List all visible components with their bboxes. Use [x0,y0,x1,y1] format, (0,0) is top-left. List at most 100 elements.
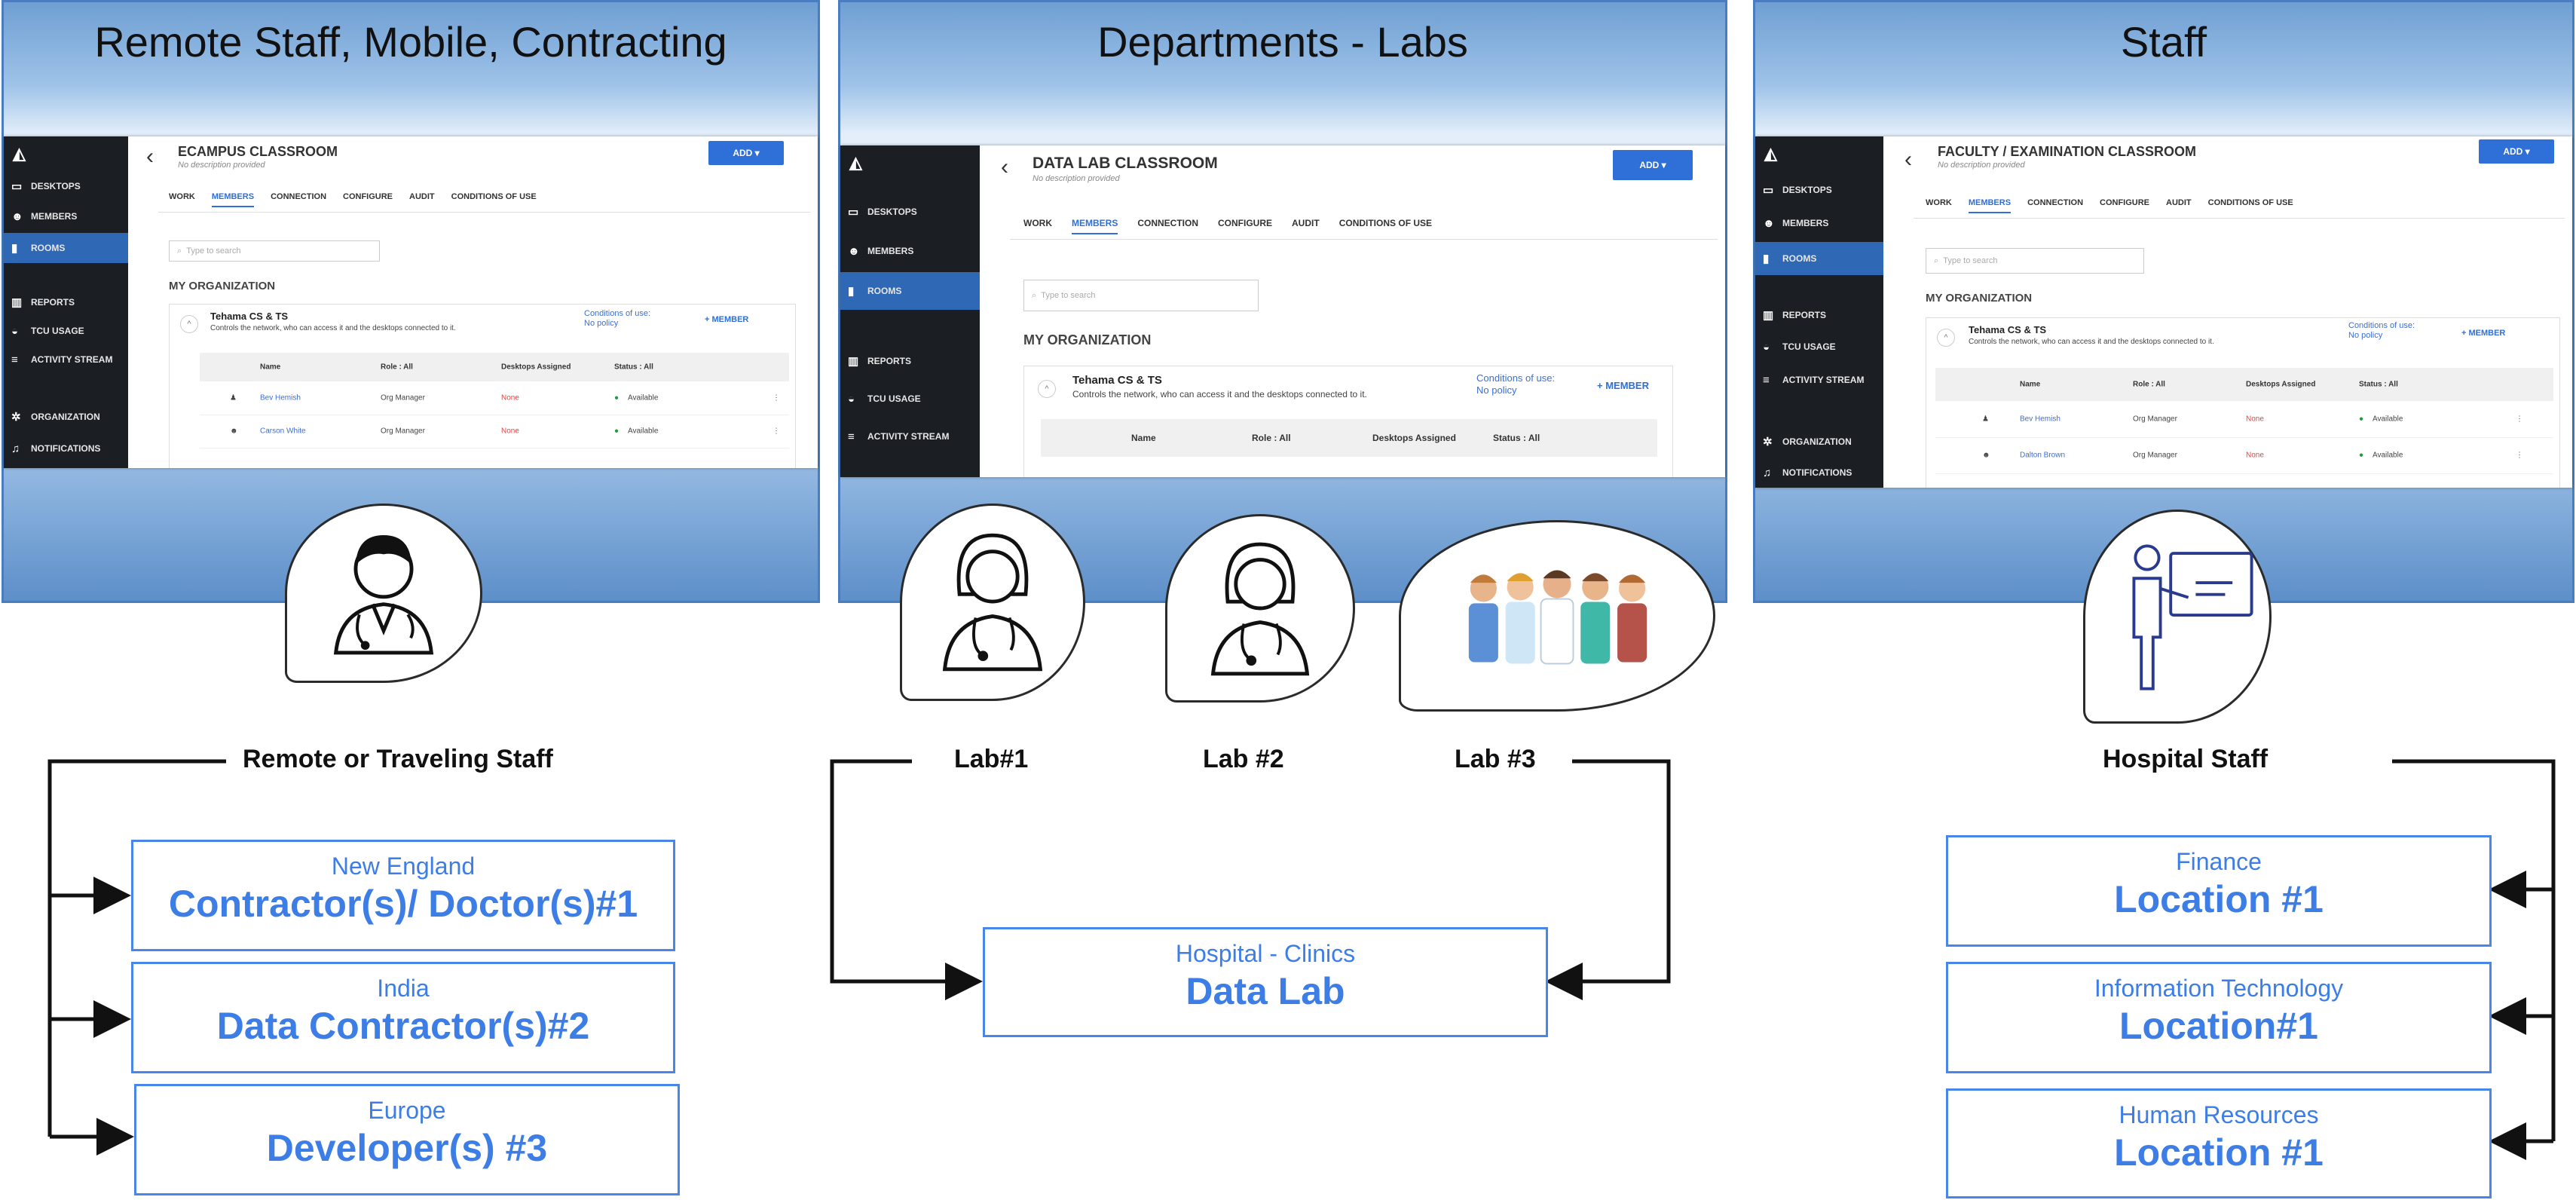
search-input[interactable]: ⌕ Type to search [1023,280,1259,311]
tab-work[interactable]: WORK [1023,218,1052,234]
tab-connection[interactable]: CONNECTION [2027,198,2083,213]
search-input[interactable]: ⌕ Type to search [169,240,380,262]
people-icon: ☻ [11,210,23,223]
tab-configure[interactable]: CONFIGURE [1218,218,1272,234]
panel-title: Departments - Labs [1097,18,1468,66]
sidebar-item-notifications[interactable]: ♫ NOTIFICATIONS [4,433,128,464]
label-lab3: Lab #3 [1455,745,1536,773]
sidebar-item-notifications[interactable]: ♫ NOTIFICATIONS [1755,458,1883,488]
group-description: Controls the network, who can access it … [1969,338,2214,346]
org-heading: MY ORGANIZATION [169,280,276,292]
tab-members[interactable]: MEMBERS [211,192,255,207]
add-button[interactable]: ADD ▾ [708,141,784,165]
tab-work[interactable]: WORK [169,192,195,207]
hospital-staff-bubble [2083,510,2272,724]
sidebar: ◭ ▭ DESKTOPS ☻ MEMBERS ▮ ROOMS ▥ REPORTS ◒ TC… [840,145,980,477]
sidebar-item-tcu-usage[interactable]: ◒ TCU USAGE [1755,331,1883,363]
table-row[interactable]: ♟ Bev Hemish Org Manager None ● Availabl… [200,381,789,415]
sidebar-item-reports[interactable]: ▥ REPORTS [4,287,128,317]
search-input[interactable]: ⌕ Type to search [1926,248,2144,274]
chevron-up-icon[interactable]: ^ [180,315,198,333]
sidebar-item-activity-stream[interactable]: ≡ ACTIVITY STREAM [4,344,128,375]
back-icon[interactable]: ‹ [1001,155,1008,180]
more-icon[interactable]: ⋮ [772,427,780,436]
sidebar-item-members[interactable]: ☻ MEMBERS [840,233,980,269]
sidebar-item-tcu-usage[interactable]: ◒ TCU USAGE [4,316,128,346]
add-button[interactable]: ADD ▾ [2479,139,2554,164]
monitor-icon: ▭ [848,206,859,219]
tab-configure[interactable]: CONFIGURE [343,192,393,207]
check-icon: ● [614,427,620,436]
avatar: ♟ [1982,415,1989,424]
chevron-up-icon[interactable]: ^ [1038,380,1056,398]
sidebar-item-members[interactable]: ☻ MEMBERS [1755,207,1883,239]
more-icon[interactable]: ⋮ [2516,452,2523,460]
room-icon: ▮ [848,285,855,298]
tab-members[interactable]: MEMBERS [1968,198,2012,213]
tab-members[interactable]: MEMBERS [1072,218,1118,234]
sidebar-item-organization[interactable]: ✲ ORGANIZATION [1755,426,1883,458]
tab-connection[interactable]: CONNECTION [1137,218,1198,234]
classroom-subtitle: No description provided [1938,161,2025,170]
tab-configure[interactable]: CONFIGURE [2100,198,2149,213]
chart-icon: ▥ [11,296,23,309]
add-button[interactable]: ADD ▾ [1613,150,1693,180]
list-icon: ≡ [1763,373,1770,387]
tab-connection[interactable]: CONNECTION [271,192,326,207]
more-icon[interactable]: ⋮ [2516,415,2523,424]
tab-conditions[interactable]: CONDITIONS OF USE [1339,218,1432,234]
table-row[interactable]: ☻ Dalton Brown Org Manager None ● Availa… [1935,437,2553,474]
add-member-button[interactable]: + MEMBER [1597,380,1649,391]
tab-audit[interactable]: AUDIT [2166,198,2192,213]
table-row[interactable]: ♟ Bev Hemish Org Manager None ● Availabl… [1935,401,2553,438]
box-data-contractor: India Data Contractor(s)#2 [131,962,675,1073]
conditions-link[interactable]: Conditions of use: No policy [2348,321,2424,341]
conditions-link[interactable]: Conditions of use: No policy [1476,372,1559,396]
conditions-link[interactable]: Conditions of use: No policy [584,309,659,329]
label-remote-staff: Remote or Traveling Staff [243,745,553,773]
tab-audit[interactable]: AUDIT [409,192,435,207]
sidebar-item-reports[interactable]: ▥ REPORTS [840,343,980,379]
chevron-up-icon[interactable]: ^ [1937,329,1955,347]
back-icon[interactable]: ‹ [1904,147,1912,173]
classroom-subtitle: No description provided [1033,174,1120,183]
main-content: ‹ FACULTY / EXAMINATION CLASSROOM No des… [1883,136,2572,488]
bell-icon: ♫ [11,442,20,455]
tab-conditions[interactable]: CONDITIONS OF USE [2208,198,2293,213]
table-row[interactable]: ☻ Carson White Org Manager None ● Availa… [200,415,789,448]
doctor-bubble [285,504,482,683]
group-name: Tehama CS & TS [1072,374,1162,387]
chart-icon: ▥ [848,355,859,368]
presenter-icon [2132,544,2253,690]
table-header: Name Role : All Desktops Assigned Status… [1935,368,2553,401]
sidebar-item-desktops[interactable]: ▭ DESKTOPS [1755,174,1883,206]
sidebar-item-rooms[interactable]: ▮ ROOMS [840,272,980,310]
sidebar-item-activity-stream[interactable]: ≡ ACTIVITY STREAM [840,418,980,455]
sidebar-item-reports[interactable]: ▥ REPORTS [1755,299,1883,331]
sidebar-item-activity-stream[interactable]: ≡ ACTIVITY STREAM [1755,364,1883,396]
back-icon[interactable]: ‹ [146,144,154,170]
tab-audit[interactable]: AUDIT [1292,218,1320,234]
sidebar-item-rooms[interactable]: ▮ ROOMS [1755,242,1883,275]
nurse-icon [942,533,1043,672]
more-icon[interactable]: ⋮ [772,394,780,403]
medical-team-icon [1468,570,1647,665]
add-member-button[interactable]: + MEMBER [2461,329,2505,338]
sidebar-item-desktops[interactable]: ▭ DESKTOPS [4,171,128,201]
box-data-lab: Hospital - Clinics Data Lab [983,927,1548,1037]
tab-bar: WORK MEMBERS CONNECTION CONFIGURE AUDIT … [1023,218,1432,234]
sidebar-item-desktops[interactable]: ▭ DESKTOPS [840,194,980,230]
box-finance: Finance Location #1 [1946,835,2492,947]
sidebar-item-tcu-usage[interactable]: ◒ TCU USAGE [840,381,980,417]
sidebar-item-organization[interactable]: ✲ ORGANIZATION [4,402,128,432]
people-icon: ☻ [1763,216,1775,230]
sidebar: ◭ ▭ DESKTOPS ☻ MEMBERS ▮ ROOMS ▥ REPORTS ◒ TC… [4,136,128,468]
add-member-button[interactable]: + MEMBER [705,315,748,324]
tab-conditions[interactable]: CONDITIONS OF USE [451,192,537,207]
sidebar-item-members[interactable]: ☻ MEMBERS [4,201,128,231]
box-developer: Europe Developer(s) #3 [134,1084,680,1195]
group-card: ^ Tehama CS & TS Controls the network, w… [1926,317,2560,488]
sidebar-item-rooms[interactable]: ▮ ROOMS [4,233,128,263]
tab-work[interactable]: WORK [1926,198,1952,213]
room-icon: ▮ [11,242,18,255]
